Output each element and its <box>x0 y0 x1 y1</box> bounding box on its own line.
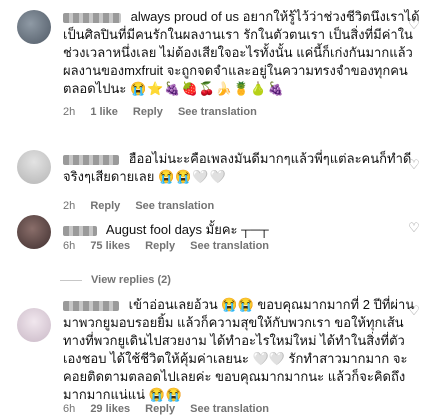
timestamp: 6h <box>63 240 76 252</box>
timestamp: 2h <box>63 200 76 212</box>
heart-icon[interactable]: ♡ <box>407 221 421 235</box>
view-replies-link[interactable]: View replies (2) <box>91 274 171 286</box>
reply-button[interactable]: Reply <box>90 200 120 212</box>
reply-button[interactable]: Reply <box>133 106 163 118</box>
comment-meta: 2h 1 like Reply See translation <box>63 106 269 118</box>
comment-meta: 2h Reply See translation <box>63 200 226 212</box>
comment-emojis: 😭😭🤍🤍 <box>157 169 227 184</box>
reply-button[interactable]: Reply <box>145 403 175 415</box>
heart-icon[interactable]: ♡ <box>407 304 421 318</box>
username-redacted[interactable] <box>63 225 97 236</box>
avatar[interactable] <box>17 10 51 44</box>
see-translation-link[interactable]: See translation <box>135 200 214 212</box>
username-redacted[interactable] <box>63 300 119 311</box>
heart-icon[interactable]: ♡ <box>407 158 421 172</box>
see-translation-link[interactable]: See translation <box>178 106 257 118</box>
comment-meta: 6h 75 likes Reply See translation <box>63 240 281 252</box>
timestamp: 6h <box>63 403 76 415</box>
reply-button[interactable]: Reply <box>145 240 175 252</box>
avatar[interactable] <box>17 150 51 184</box>
timestamp: 2h <box>63 106 76 118</box>
avatar[interactable] <box>17 215 51 249</box>
heart-icon[interactable]: ♡ <box>407 18 421 32</box>
comment-text: เข้าอ่อนเลยอ้วน 😭😭 ขอบคุณมากมากที่ 2 ปีท… <box>63 297 415 402</box>
username-redacted[interactable] <box>63 154 119 165</box>
comment-emojis: 😭⭐🍇🍓🍒🍌🍍🍐🍇 <box>129 81 285 96</box>
see-translation-link[interactable]: See translation <box>190 240 269 252</box>
replies-divider <box>60 280 82 281</box>
comment-emojis: 😭😭 <box>148 387 184 402</box>
avatar[interactable] <box>17 308 51 342</box>
like-count[interactable]: 75 likes <box>90 240 130 252</box>
like-count[interactable]: 1 like <box>90 106 118 118</box>
like-count[interactable]: 29 likes <box>90 403 130 415</box>
comment-meta: 6h 29 likes Reply See translation <box>63 403 281 415</box>
username-redacted[interactable] <box>63 12 121 23</box>
see-translation-link[interactable]: See translation <box>190 403 269 415</box>
comment-text: August fool days มั้ยคะ ┬─┬ <box>105 222 269 237</box>
